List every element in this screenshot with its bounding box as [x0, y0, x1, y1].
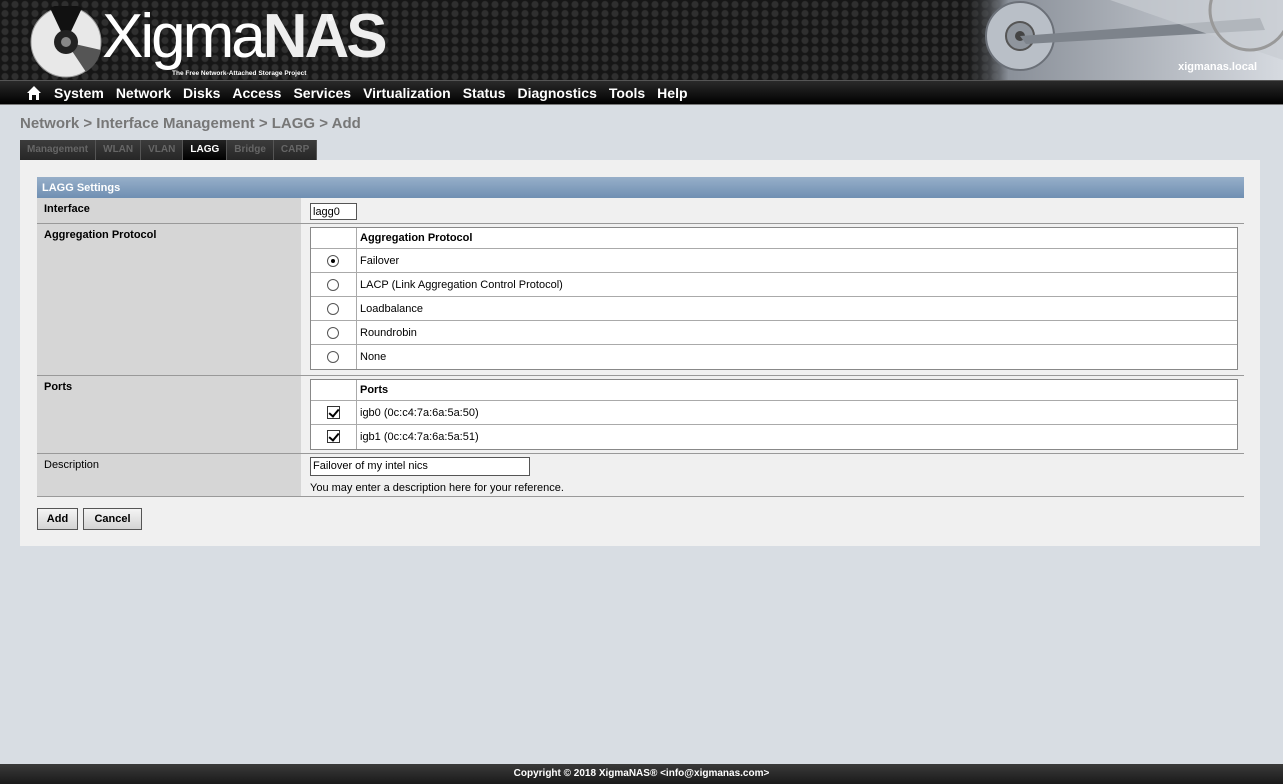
section-title: LAGG Settings	[37, 177, 1244, 198]
menu-virtualization[interactable]: Virtualization	[363, 84, 451, 102]
description-input[interactable]: Failover of my intel nics	[310, 457, 530, 476]
tab-management[interactable]: Management	[20, 140, 97, 160]
tab-bridge[interactable]: Bridge	[227, 140, 274, 160]
description-hint: You may enter a description here for you…	[310, 482, 564, 494]
breadcrumb[interactable]: Network > Interface Management > LAGG > …	[20, 115, 361, 132]
logo-text-xigma: Xigma	[102, 2, 266, 71]
protocol-option-roundrobin[interactable]: Roundrobin	[311, 321, 1237, 345]
logo-tagline: The Free Network-Attached Storage Projec…	[172, 70, 307, 77]
menu-diagnostics[interactable]: Diagnostics	[518, 84, 597, 102]
port-label: igb0 (0c:c4:7a:6a:5a:50)	[360, 407, 479, 419]
menu-system[interactable]: System	[54, 84, 104, 102]
logo-text-nas: NAS	[262, 2, 388, 71]
tab-carp[interactable]: CARP	[273, 140, 318, 160]
protocol-option-label: LACP (Link Aggregation Control Protocol)	[360, 279, 563, 291]
description-row: Description Failover of my intel nics Yo…	[37, 454, 1244, 497]
protocol-option-failover[interactable]: Failover	[311, 249, 1237, 273]
protocol-option-none[interactable]: None	[311, 345, 1237, 369]
ports-label: Ports	[37, 376, 301, 453]
menu-status[interactable]: Status	[463, 84, 506, 102]
interface-tabs: Management WLAN VLAN LAGG Bridge CARP	[20, 140, 318, 160]
logo-disc-icon	[30, 6, 102, 78]
description-label: Description	[37, 454, 301, 496]
aggregation-protocol-row: Aggregation Protocol Aggregation Protoco…	[37, 224, 1244, 376]
menu-services[interactable]: Services	[293, 84, 351, 102]
xigmanas-logo[interactable]: XigmaNAS ® The Free Network-Attached Sto…	[30, 2, 388, 78]
grid-header: Ports	[311, 380, 1237, 401]
header-banner: XigmaNAS ® The Free Network-Attached Sto…	[0, 0, 1283, 80]
main-menu-items: System Network Disks Access Services Vir…	[54, 84, 700, 102]
radio-lacp[interactable]	[327, 279, 339, 291]
interface-row: Interface lagg0	[37, 198, 1244, 224]
ports-grid: Ports igb0 (0c:c4:7a:6a:5a:50) igb1 (0c:…	[310, 379, 1238, 450]
protocol-option-lacp[interactable]: LACP (Link Aggregation Control Protocol)	[311, 273, 1237, 297]
tab-vlan[interactable]: VLAN	[141, 140, 184, 160]
tab-wlan[interactable]: WLAN	[96, 140, 142, 160]
main-menu-bar: System Network Disks Access Services Vir…	[0, 80, 1283, 105]
menu-access[interactable]: Access	[232, 84, 281, 102]
footer-copyright: Copyright © 2018 XigmaNAS® <info@xigmana…	[0, 764, 1283, 784]
logo-registered-mark: ®	[326, 14, 334, 23]
grid-header-label: Ports	[360, 384, 389, 396]
menu-disks[interactable]: Disks	[183, 84, 220, 102]
home-icon[interactable]	[26, 85, 42, 101]
protocol-option-label: Roundrobin	[360, 327, 417, 339]
checkbox-igb0[interactable]	[327, 406, 340, 419]
menu-tools[interactable]: Tools	[609, 84, 645, 102]
hostname-label: xigmanas.local	[1178, 61, 1257, 73]
tab-lagg[interactable]: LAGG	[183, 140, 228, 160]
protocol-option-label: Loadbalance	[360, 303, 424, 315]
menu-help[interactable]: Help	[657, 84, 687, 102]
protocol-option-label: Failover	[360, 255, 400, 267]
radio-none[interactable]	[327, 351, 339, 363]
menu-network[interactable]: Network	[116, 84, 171, 102]
protocol-option-loadbalance[interactable]: Loadbalance	[311, 297, 1237, 321]
port-row-igb0[interactable]: igb0 (0c:c4:7a:6a:5a:50)	[311, 401, 1237, 425]
protocol-option-label: None	[360, 351, 387, 363]
radio-roundrobin[interactable]	[327, 327, 339, 339]
add-button[interactable]: Add	[37, 508, 78, 530]
radio-loadbalance[interactable]	[327, 303, 339, 315]
interface-field: lagg0	[310, 203, 357, 220]
aggregation-protocol-grid: Aggregation Protocol Failover LACP (Link…	[310, 227, 1238, 370]
aggregation-protocol-label: Aggregation Protocol	[37, 224, 301, 375]
port-row-igb1[interactable]: igb1 (0c:c4:7a:6a:5a:51)	[311, 425, 1237, 449]
lagg-settings-panel: LAGG Settings Interface lagg0 Aggregatio…	[20, 160, 1260, 546]
ports-row: Ports Ports igb0 (0c:c4:7a:6a:5a:50) igb…	[37, 376, 1244, 454]
grid-header-label: Aggregation Protocol	[360, 232, 473, 244]
port-label: igb1 (0c:c4:7a:6a:5a:51)	[360, 431, 479, 443]
cancel-button[interactable]: Cancel	[83, 508, 142, 530]
radio-failover[interactable]	[327, 255, 339, 267]
checkbox-igb1[interactable]	[327, 430, 340, 443]
grid-header: Aggregation Protocol	[311, 228, 1237, 249]
interface-label: Interface	[37, 198, 301, 223]
